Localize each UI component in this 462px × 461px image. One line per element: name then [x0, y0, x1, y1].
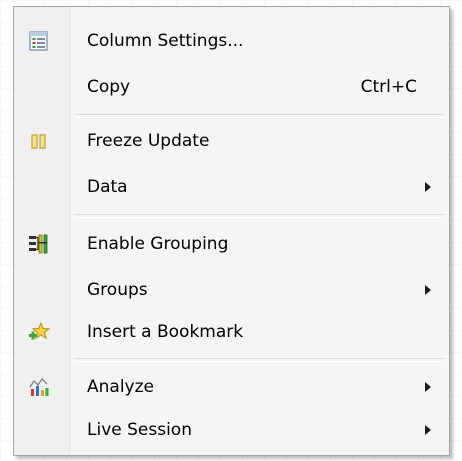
menu-item-label: Column Settings... — [87, 31, 244, 51]
menu-item-copy[interactable]: Copy Ctrl+C — [14, 64, 449, 110]
menu-item-label: Analyze — [87, 377, 154, 397]
submenu-arrow-icon — [425, 382, 431, 392]
column-settings-icon — [28, 30, 50, 52]
menu-item-insert-bookmark[interactable]: Insert a Bookmark — [14, 309, 449, 355]
menu-item-label: Live Session — [87, 420, 192, 440]
screen: Column Settings... Copy Ctrl+C Freeze Up… — [0, 0, 462, 461]
menu-item-freeze-update[interactable]: Freeze Update — [14, 118, 449, 164]
menu-item-label: Insert a Bookmark — [87, 322, 244, 342]
menu-item-enable-grouping[interactable]: Enable Grouping — [14, 221, 449, 267]
submenu-arrow-icon — [425, 425, 431, 435]
menu-item-column-settings[interactable]: Column Settings... — [14, 18, 449, 64]
menu-item-label: Enable Grouping — [87, 234, 229, 254]
menu-item-data[interactable]: Data — [14, 164, 449, 210]
freeze-pause-icon — [28, 130, 50, 152]
context-menu: Column Settings... Copy Ctrl+C Freeze Up… — [13, 6, 450, 456]
menu-item-analyze[interactable]: Analyze — [14, 364, 449, 410]
menu-item-live-session[interactable]: Live Session — [14, 407, 449, 453]
menu-separator — [74, 358, 445, 362]
menu-separator — [74, 214, 445, 218]
grouping-icon — [28, 233, 50, 255]
submenu-arrow-icon — [425, 182, 431, 192]
menu-item-label: Copy — [87, 77, 131, 97]
analyze-chart-icon — [28, 376, 50, 398]
menu-item-label: Freeze Update — [87, 131, 210, 151]
submenu-arrow-icon — [425, 285, 431, 295]
menu-item-label: Data — [87, 177, 128, 197]
menu-item-label: Groups — [87, 280, 148, 300]
shortcut-label: Ctrl+C — [360, 77, 417, 97]
bookmark-star-icon — [28, 321, 51, 343]
menu-item-groups[interactable]: Groups — [14, 267, 449, 313]
